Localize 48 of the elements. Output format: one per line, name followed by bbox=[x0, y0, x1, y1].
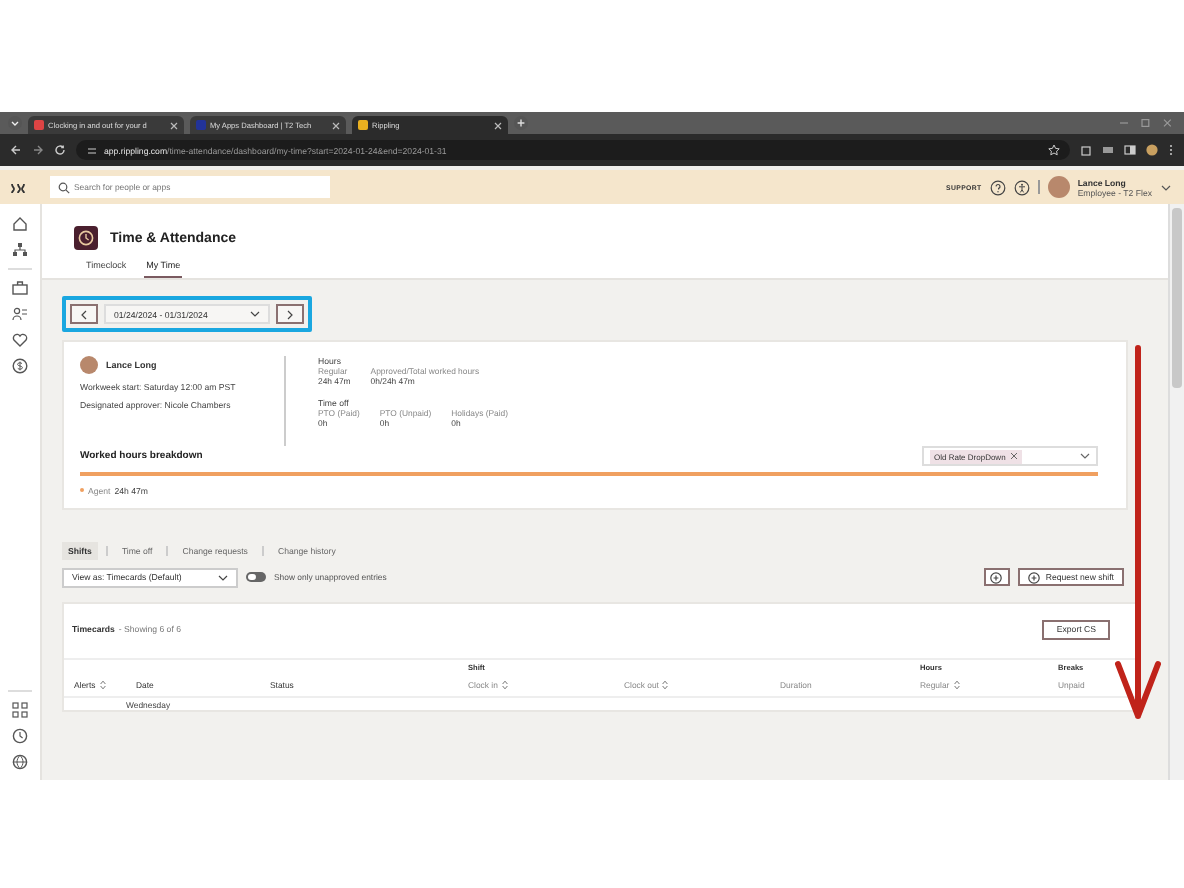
sort-icon[interactable] bbox=[953, 679, 960, 689]
sort-icon[interactable] bbox=[99, 679, 106, 689]
sort-icon[interactable] bbox=[501, 679, 508, 689]
forward-icon[interactable] bbox=[32, 144, 44, 156]
chevron-down-icon bbox=[1080, 452, 1090, 460]
close-icon[interactable] bbox=[494, 121, 502, 129]
people-icon[interactable] bbox=[12, 306, 28, 322]
toggle-switch[interactable] bbox=[246, 572, 266, 582]
close-icon[interactable] bbox=[1009, 452, 1018, 460]
site-info-icon[interactable] bbox=[86, 145, 98, 155]
new-tab-icon[interactable] bbox=[514, 116, 528, 130]
search-icon bbox=[58, 181, 70, 193]
close-icon[interactable] bbox=[332, 121, 340, 129]
chevron-right-icon bbox=[286, 309, 294, 319]
favicon-icon bbox=[358, 120, 368, 130]
clock-app-icon bbox=[74, 226, 98, 250]
sidebar-icon[interactable] bbox=[1124, 144, 1136, 156]
logo-icon[interactable] bbox=[10, 181, 26, 193]
sort-icon[interactable] bbox=[662, 679, 669, 689]
plus-circle-icon bbox=[1027, 571, 1040, 583]
next-week-button[interactable] bbox=[276, 304, 304, 324]
previous-week-button[interactable] bbox=[70, 304, 98, 324]
apps-grid-icon[interactable] bbox=[12, 702, 28, 718]
avatar bbox=[80, 356, 98, 374]
plus-circle-icon bbox=[990, 571, 1003, 583]
chevron-down-icon[interactable] bbox=[1160, 183, 1172, 191]
home-icon[interactable] bbox=[12, 216, 28, 232]
briefcase-icon[interactable] bbox=[12, 280, 28, 296]
chevron-down-icon[interactable] bbox=[8, 116, 22, 130]
back-icon[interactable] bbox=[10, 144, 22, 156]
dollar-icon[interactable] bbox=[12, 358, 28, 374]
org-chart-icon[interactable] bbox=[12, 242, 28, 258]
chevron-down-icon bbox=[218, 573, 228, 581]
clock-icon[interactable] bbox=[12, 728, 28, 744]
reload-icon[interactable] bbox=[54, 144, 66, 156]
close-icon[interactable] bbox=[170, 121, 178, 129]
favicon-icon bbox=[34, 120, 44, 130]
scrollbar[interactable] bbox=[1168, 204, 1184, 780]
favicon-icon bbox=[196, 120, 206, 130]
star-icon[interactable] bbox=[1048, 144, 1060, 156]
accessibility-icon[interactable] bbox=[1013, 179, 1030, 195]
help-icon[interactable] bbox=[989, 179, 1006, 195]
chevron-left-icon bbox=[80, 309, 88, 319]
add-button[interactable] bbox=[983, 568, 1010, 586]
globe-icon[interactable] bbox=[12, 754, 28, 770]
chevron-down-icon bbox=[250, 310, 260, 318]
heart-icon[interactable] bbox=[12, 332, 28, 348]
profile-icon[interactable] bbox=[1146, 144, 1158, 156]
